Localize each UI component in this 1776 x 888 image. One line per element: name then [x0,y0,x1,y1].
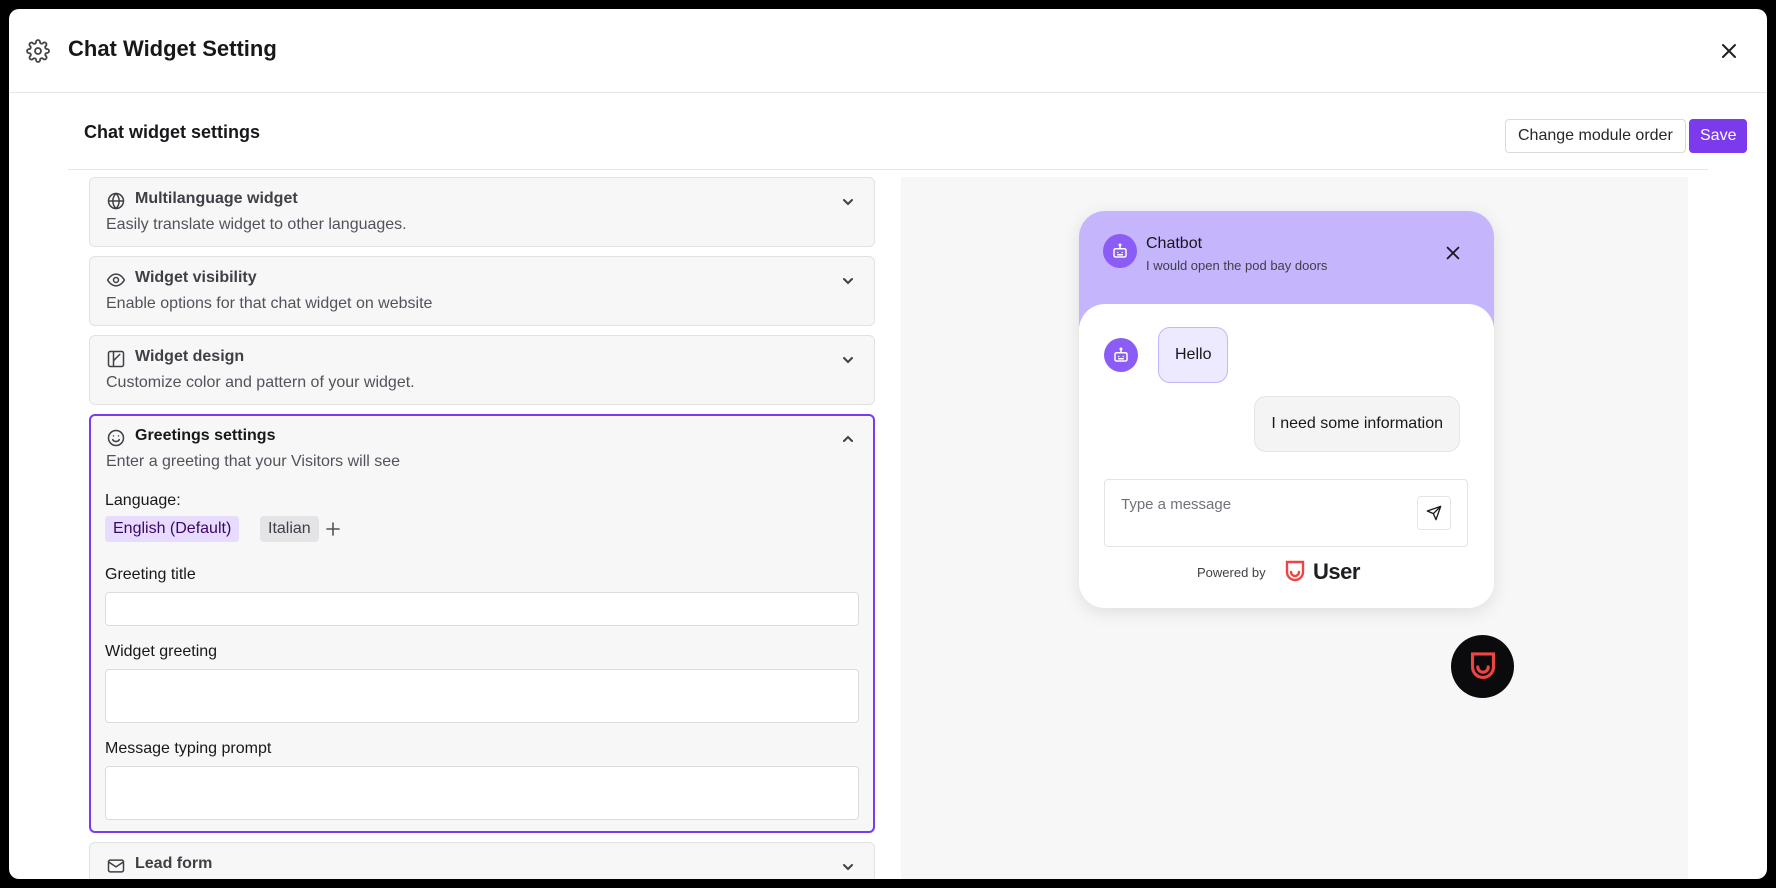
widget-greeting-input[interactable] [105,669,859,723]
send-icon [1426,505,1442,521]
section-multilanguage-widget[interactable]: Multilanguage widget Easily translate wi… [89,177,875,247]
section-description: Enable options for that chat widget on w… [106,295,433,312]
chevron-down-icon[interactable] [840,859,856,875]
section-description: Customize color and pattern of your widg… [106,374,415,391]
modal-header: Chat Widget Setting [9,9,1767,93]
user-message: I need some information [1254,396,1460,452]
modal-title: Chat Widget Setting [68,36,277,61]
brand-logo-icon [1470,651,1495,679]
bot-name: Chatbot [1146,235,1203,252]
settings-toolbar: Chat widget settings Change module order… [68,94,1748,170]
section-title: Lead form [135,855,213,872]
chevron-down-icon[interactable] [840,273,856,289]
section-description: Easily translate widget to other languag… [106,216,407,233]
widget-preview: Chatbot I would open the pod bay doors H… [901,177,1688,879]
settings-modal: Chat Widget Setting Chat widget settings… [9,9,1767,879]
globe-icon [107,192,125,210]
section-title: Greetings settings [135,427,276,444]
save-button[interactable]: Save [1689,119,1748,153]
palette-icon [107,350,125,368]
section-widget-design[interactable]: Widget design Customize color and patter… [89,335,875,405]
message-placeholder: Type a message [1121,496,1232,513]
chevron-up-icon[interactable] [840,431,856,447]
powered-by: Powered by User [1079,557,1494,587]
robot-icon [1114,347,1128,362]
change-module-order-button[interactable]: Change module order [1505,119,1686,153]
widget-greeting-label: Widget greeting [105,643,218,660]
mail-icon [107,859,125,873]
bot-avatar [1103,234,1137,268]
robot-icon [1113,243,1127,258]
section-lead-form[interactable]: Lead form [89,842,875,879]
smile-icon [107,429,125,447]
close-icon[interactable] [1444,244,1462,262]
language-label: Language: [105,492,181,509]
chat-body: Hello I need some information Type a mes… [1079,304,1494,608]
language-chip-english[interactable]: English (Default) [105,516,240,542]
bot-avatar [1104,338,1138,372]
typing-prompt-input[interactable] [105,766,859,820]
chevron-down-icon[interactable] [840,194,856,210]
section-title: Multilanguage widget [135,190,298,207]
section-title: Widget design [135,348,245,365]
section-greetings-settings: Greetings settings Enter a greeting that… [89,414,875,833]
send-button[interactable] [1417,496,1451,530]
chat-window: Chatbot I would open the pod bay doors H… [1079,211,1494,608]
bot-status: I would open the pod bay doors [1146,258,1328,273]
message-input[interactable]: Type a message [1104,479,1468,547]
close-icon[interactable] [1719,41,1739,61]
brand-logo-icon [1285,560,1305,582]
section-description: Enter a greeting that your Visitors will… [106,453,401,470]
language-chip-italian[interactable]: Italian [260,516,319,542]
chevron-down-icon[interactable] [840,352,856,368]
plus-icon[interactable] [324,520,342,538]
gear-icon [26,39,50,63]
brand-name: User [1313,559,1360,584]
powered-by-text: Powered by [1197,565,1266,580]
eye-icon [106,273,126,287]
chat-launcher-button[interactable] [1451,635,1514,698]
section-widget-visibility[interactable]: Widget visibility Enable options for tha… [89,256,875,326]
bot-message: Hello [1158,327,1229,383]
typing-prompt-label: Message typing prompt [105,740,272,757]
page-title: Chat widget settings [84,122,261,142]
greeting-title-input[interactable] [105,592,859,626]
greeting-title-label: Greeting title [105,566,196,583]
section-title: Widget visibility [135,269,257,286]
